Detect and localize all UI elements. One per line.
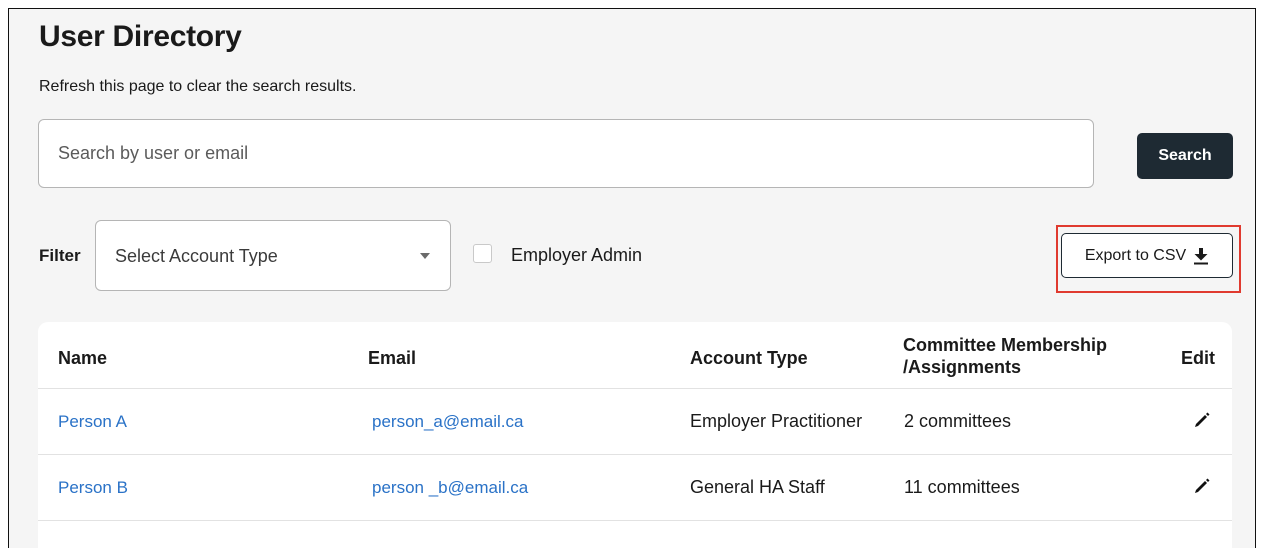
pencil-icon[interactable] xyxy=(1193,411,1211,429)
page-subtitle: Refresh this page to clear the search re… xyxy=(39,78,357,95)
column-header-committee-line1: Committee Membership xyxy=(903,335,1108,355)
table-header: Name Email Account Type Committee Member… xyxy=(38,322,1232,389)
committees-cell: 11 committees xyxy=(904,477,1020,497)
search-input[interactable] xyxy=(39,120,1093,187)
account-type-select-value: Select Account Type xyxy=(115,246,278,266)
account-type-cell: General HA Staff xyxy=(690,477,825,497)
search-field[interactable] xyxy=(38,119,1094,188)
user-name-link[interactable]: Person A xyxy=(58,412,127,432)
caret-down-icon xyxy=(420,253,430,259)
column-header-edit: Edit xyxy=(1181,348,1215,368)
pencil-icon[interactable] xyxy=(1193,477,1211,495)
export-csv-button[interactable]: Export to CSV xyxy=(1061,233,1233,278)
table-row: Person B person _b@email.ca General HA S… xyxy=(38,455,1232,521)
column-header-committee: Committee Membership /Assignments xyxy=(903,334,1107,378)
employer-admin-label[interactable]: Employer Admin xyxy=(511,245,642,266)
page-title: User Directory xyxy=(39,20,242,53)
export-csv-label: Export to CSV xyxy=(1084,246,1187,264)
column-header-name: Name xyxy=(58,348,108,368)
column-header-account-type: Account Type xyxy=(690,348,808,368)
account-type-select[interactable]: Select Account Type xyxy=(95,220,451,291)
filter-label: Filter xyxy=(39,246,81,265)
employer-admin-checkbox[interactable] xyxy=(473,244,492,263)
account-type-cell: Employer Practitioner xyxy=(690,411,863,431)
table-row: Person A person_a@email.ca Employer Prac… xyxy=(38,389,1232,455)
download-icon xyxy=(1194,247,1209,264)
search-button[interactable]: Search xyxy=(1137,133,1233,179)
committees-cell: 2 committees xyxy=(904,411,1012,431)
column-header-committee-line2: /Assignments xyxy=(903,357,1022,377)
user-table: Name Email Account Type Committee Member… xyxy=(38,322,1232,552)
column-header-email: Email xyxy=(368,348,417,368)
user-email-link[interactable]: person _b@email.ca xyxy=(372,478,528,498)
user-email-link[interactable]: person_a@email.ca xyxy=(372,412,523,432)
user-name-link[interactable]: Person B xyxy=(58,478,128,498)
